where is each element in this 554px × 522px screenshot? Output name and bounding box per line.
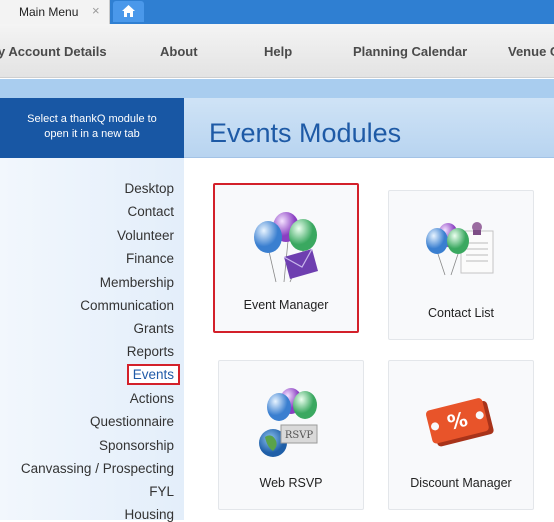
main-content: Events Modules Event Manager Contact Lis… — [184, 98, 554, 520]
sidebar-item-questionnaire[interactable]: Questionnaire — [90, 414, 174, 429]
tile-web-rsvp[interactable]: RSVP Web RSVP — [218, 360, 364, 510]
tab-home[interactable] — [113, 1, 144, 22]
tile-discount-manager[interactable]: % Discount Manager — [388, 360, 534, 510]
tile-label: Event Manager — [243, 298, 329, 312]
sidebar-item-canvassing-prospecting[interactable]: Canvassing / Prospecting — [21, 461, 174, 476]
nav-planning-calendar[interactable]: Planning Calendar — [353, 44, 467, 59]
sidebar-item-communication[interactable]: Communication — [80, 298, 174, 313]
web-rsvp-icon: RSVP — [259, 388, 318, 457]
sidebar-item-fyl[interactable]: FYL — [149, 484, 174, 499]
main-header: Events Modules — [184, 98, 554, 158]
close-icon[interactable]: × — [92, 3, 100, 18]
home-icon — [122, 5, 135, 17]
event-manager-icon — [254, 212, 318, 283]
tab-label: Main Menu — [19, 5, 79, 19]
contact-list-icon — [426, 222, 494, 276]
sidebar-item-desktop[interactable]: Desktop — [124, 181, 174, 196]
rsvp-card-text: RSVP — [285, 430, 314, 441]
sidebar-item-contact[interactable]: Contact — [127, 204, 174, 219]
nav-my-account-details[interactable]: y Account Details — [0, 44, 107, 59]
sidebar-item-membership[interactable]: Membership — [100, 275, 174, 290]
nav-about[interactable]: About — [160, 44, 198, 59]
sidebar-header-line1: Select a thankQ module to — [27, 113, 157, 125]
discount-manager-icon: % — [425, 398, 494, 447]
tab-strip: Main Menu × — [0, 0, 554, 24]
divider-bar — [0, 79, 554, 98]
tile-label: Contact List — [427, 306, 494, 320]
tile-contact-list[interactable]: Contact List — [388, 190, 534, 340]
sidebar-item-events[interactable]: Events — [126, 364, 180, 385]
page-title: Events Modules — [209, 118, 402, 148]
module-sidebar: Select a thankQ module to open it in a n… — [0, 98, 184, 522]
nav-venue[interactable]: Venue C — [508, 44, 554, 59]
sidebar-header: Select a thankQ module to open it in a n… — [0, 98, 184, 158]
top-navigation: y Account Details About Help Planning Ca… — [0, 24, 554, 78]
tab-main-menu[interactable]: Main Menu × — [0, 0, 110, 24]
tile-label: Web RSVP — [259, 476, 323, 490]
sidebar-item-finance[interactable]: Finance — [126, 251, 174, 266]
tile-label: Discount Manager — [410, 476, 512, 490]
nav-help[interactable]: Help — [264, 44, 292, 59]
sidebar-item-sponsorship[interactable]: Sponsorship — [99, 438, 174, 453]
sidebar-header-line2: open it in a new tab — [44, 128, 140, 140]
tile-event-manager[interactable]: Event Manager — [213, 183, 359, 333]
sidebar-item-reports[interactable]: Reports — [127, 344, 174, 359]
sidebar-item-volunteer[interactable]: Volunteer — [117, 228, 174, 243]
sidebar-item-actions[interactable]: Actions — [130, 391, 174, 406]
sidebar-item-grants[interactable]: Grants — [133, 321, 174, 336]
